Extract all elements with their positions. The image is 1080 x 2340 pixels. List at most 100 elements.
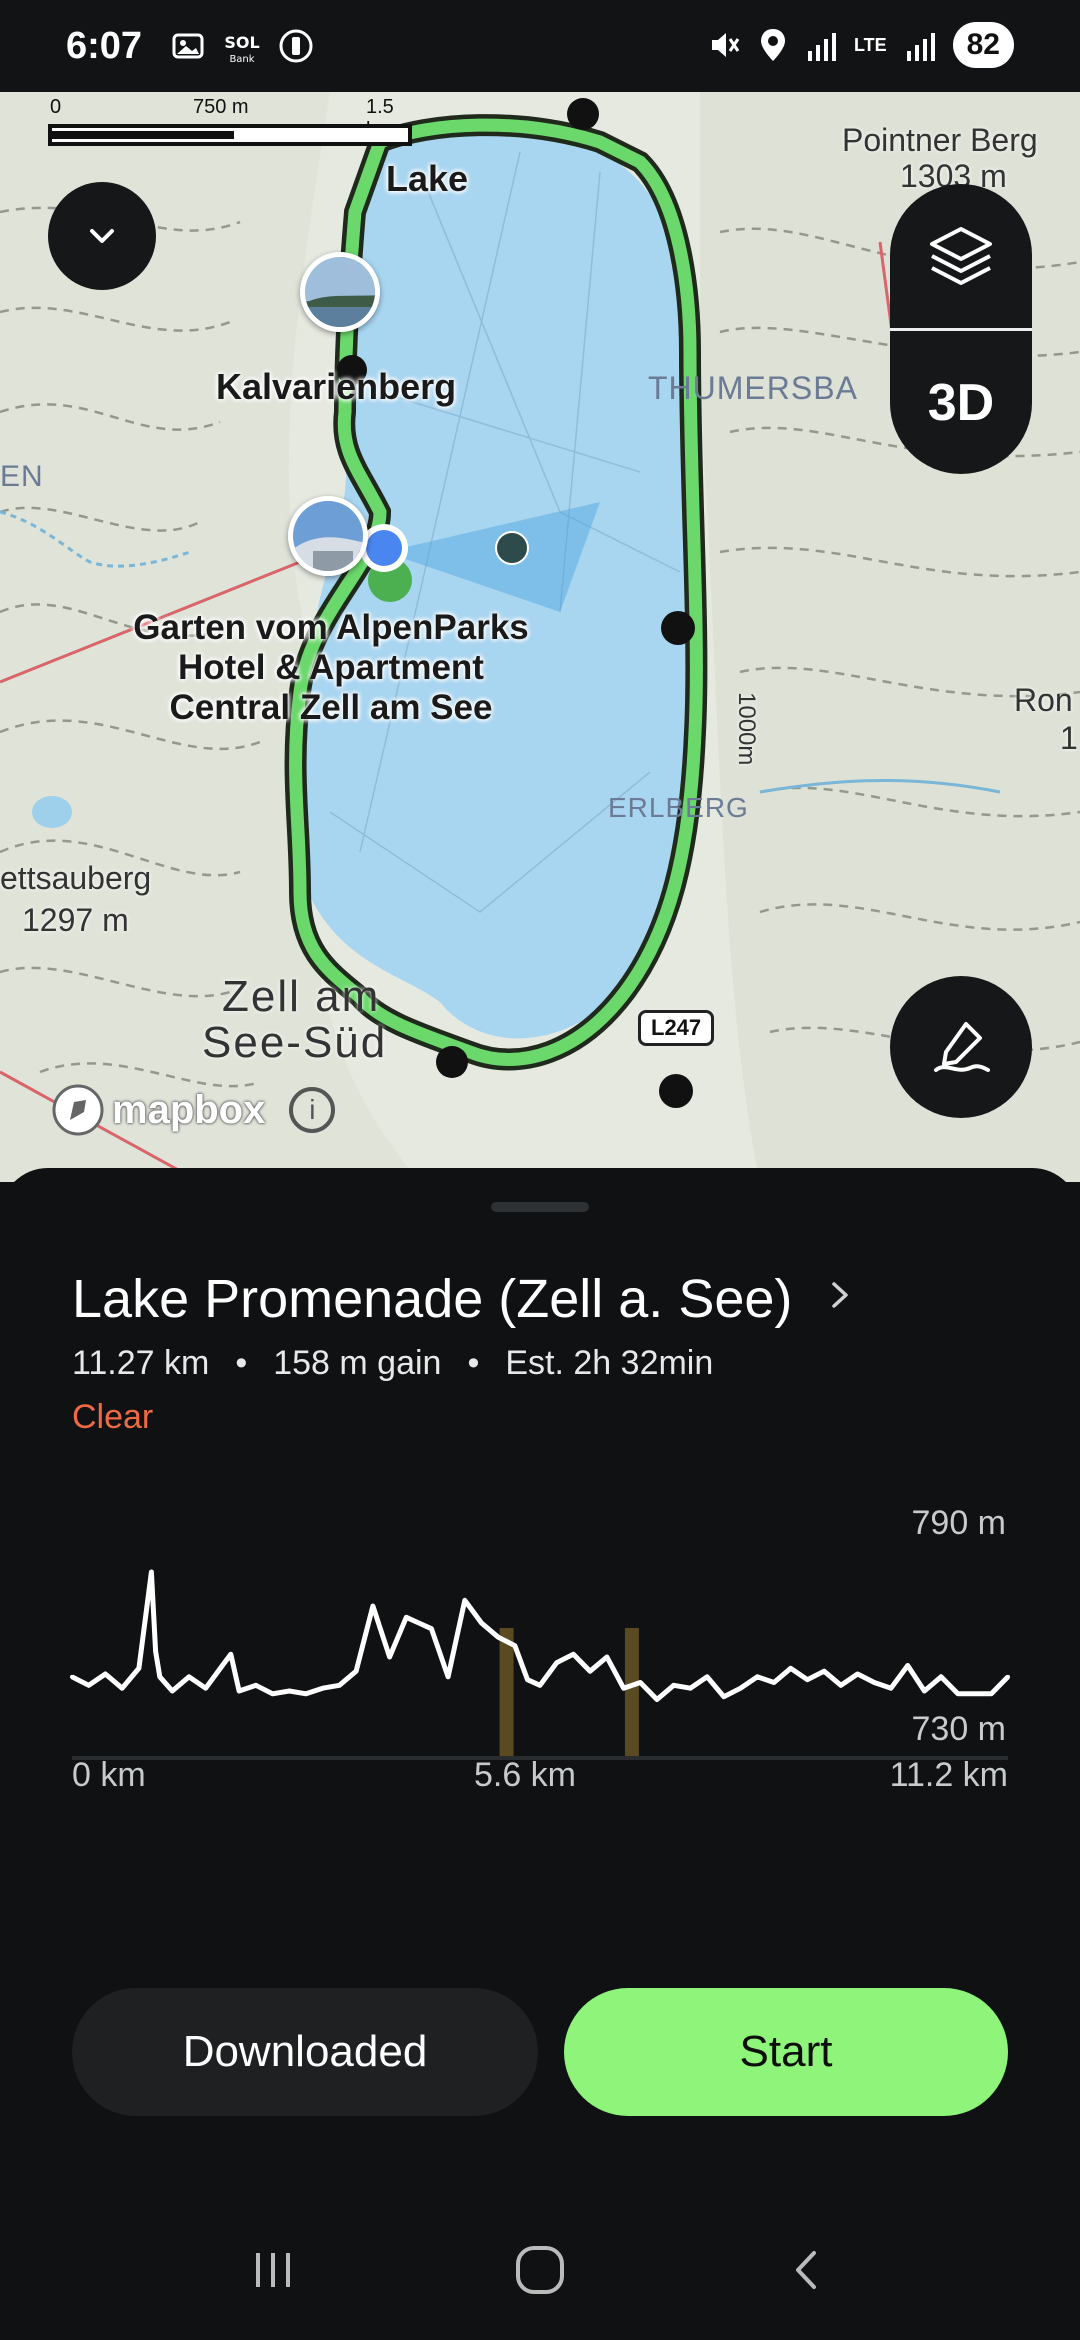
location-icon bbox=[760, 29, 785, 61]
chevron-right-icon bbox=[828, 1277, 852, 1322]
map-label-zell-line1: Zell am bbox=[222, 972, 381, 1021]
signal-icon bbox=[807, 33, 836, 61]
elevation-point bbox=[287, 1689, 292, 1693]
elevation-point bbox=[157, 1674, 162, 1679]
elevation-point bbox=[120, 1686, 125, 1691]
route-title-row[interactable]: Lake Promenade (Zell a. See) bbox=[72, 1268, 852, 1330]
stat-separator: • bbox=[467, 1344, 480, 1382]
route-estimate: Est. 2h 32min bbox=[505, 1344, 714, 1382]
elevation-point bbox=[922, 1689, 927, 1693]
elevation-point bbox=[370, 1604, 375, 1608]
mapbox-attribution: mapbox i bbox=[50, 1082, 336, 1138]
elevation-point bbox=[237, 1689, 242, 1693]
hotel-label-line1: Garten vom AlpenParks bbox=[133, 608, 529, 647]
elevation-point bbox=[655, 1697, 659, 1702]
elevation-chart[interactable]: 790 m 730 m 0 km 5.6 km 11.2 km bbox=[0, 1498, 1080, 1788]
elevation-point bbox=[822, 1669, 827, 1674]
map-label-thumersbach: THUMERSBA bbox=[648, 370, 858, 406]
elevation-point bbox=[479, 1621, 484, 1625]
elevation-series-line bbox=[70, 1569, 1010, 1702]
x-axis-mid-label: 5.6 km bbox=[474, 1756, 576, 1788]
photo-pin-kalvarienberg[interactable] bbox=[300, 252, 380, 332]
collapse-button[interactable] bbox=[48, 182, 156, 290]
recent-apps-button[interactable] bbox=[243, 2240, 303, 2300]
start-button[interactable]: Start bbox=[564, 1988, 1008, 2116]
scale-bar bbox=[48, 124, 412, 146]
map-view[interactable]: 0 750 m 1.5 km Lake Kalvarienberg Garten… bbox=[0, 92, 1080, 1182]
elevation-point bbox=[103, 1672, 108, 1676]
downloaded-button[interactable]: Downloaded bbox=[72, 1988, 538, 2116]
route-stats: 11.27 km • 158 m gain • Est. 2h 32min bbox=[72, 1344, 713, 1383]
y-axis-min-label: 730 m bbox=[912, 1710, 1007, 1748]
elevation-point bbox=[905, 1663, 910, 1668]
elevation-point bbox=[855, 1672, 860, 1676]
elevation-point bbox=[788, 1666, 793, 1671]
elevation-point bbox=[688, 1686, 693, 1691]
elevation-point bbox=[446, 1674, 451, 1679]
map-label-erlberg: ERLBERG bbox=[608, 792, 749, 823]
layers-button[interactable] bbox=[890, 184, 1032, 328]
elevation-point bbox=[354, 1669, 359, 1674]
map-label-ron-elev: 1 bbox=[1060, 720, 1078, 756]
map-label-contour: 1000m bbox=[733, 692, 760, 766]
elevation-point bbox=[721, 1694, 726, 1699]
map-scale: 0 750 m 1.5 km bbox=[48, 92, 418, 146]
mute-icon bbox=[711, 33, 740, 57]
map-label-pointner: Pointner Berg bbox=[842, 122, 1038, 158]
x-axis-end-label: 11.2 km bbox=[890, 1756, 1008, 1788]
mapbox-wordmark: mapbox bbox=[112, 1087, 266, 1132]
route-title: Lake Promenade (Zell a. See) bbox=[72, 1269, 793, 1329]
elevation-point bbox=[588, 1669, 593, 1674]
elevation-point bbox=[604, 1655, 609, 1659]
battery-level: 82 bbox=[952, 22, 1014, 68]
scale-mid: 750 m bbox=[193, 96, 249, 118]
elevation-point bbox=[671, 1683, 676, 1688]
elevation-point bbox=[972, 1691, 977, 1696]
sync-notification-icon bbox=[279, 29, 313, 63]
elevation-point bbox=[149, 1570, 154, 1574]
weather-status: Clear bbox=[72, 1398, 154, 1436]
network-type: LTE bbox=[853, 35, 887, 55]
svg-text:Bank: Bank bbox=[230, 54, 255, 65]
x-axis-start-label: 0 km bbox=[72, 1756, 146, 1788]
elevation-point bbox=[554, 1660, 559, 1665]
elevation-marker-bar bbox=[499, 1628, 514, 1758]
sheet-drag-handle[interactable] bbox=[491, 1202, 589, 1212]
map-label-ron: Ron bbox=[1014, 682, 1073, 718]
map-controls: 3D bbox=[890, 184, 1032, 474]
draw-route-icon bbox=[934, 1022, 990, 1072]
chevron-down-icon bbox=[90, 229, 114, 243]
draw-route-button[interactable] bbox=[890, 976, 1032, 1118]
elevation-point bbox=[187, 1674, 191, 1679]
info-icon[interactable]: i bbox=[289, 1087, 336, 1133]
elevation-point bbox=[755, 1674, 760, 1679]
3d-button[interactable]: 3D bbox=[890, 331, 1032, 474]
elevation-point bbox=[772, 1680, 776, 1685]
elevation-point bbox=[838, 1683, 843, 1688]
back-button[interactable] bbox=[777, 2240, 837, 2300]
home-button[interactable] bbox=[510, 2240, 570, 2300]
map-label-zell-line2: See-Süd bbox=[202, 1018, 388, 1067]
route-distance: 11.27 km bbox=[72, 1344, 210, 1382]
elevation-point bbox=[70, 1674, 74, 1679]
elevation-point bbox=[571, 1652, 576, 1657]
elevation-point bbox=[738, 1686, 743, 1691]
status-bar: 6:07 SOL Bank LTE 82 bbox=[0, 0, 1080, 92]
map-label-en: EN bbox=[0, 460, 44, 493]
elevation-marker-bar bbox=[624, 1628, 639, 1758]
home-icon bbox=[515, 2246, 564, 2294]
elevation-point bbox=[955, 1691, 960, 1696]
elevation-point bbox=[538, 1683, 542, 1688]
bank-notification-icon: SOL Bank bbox=[224, 33, 259, 65]
elevation-point bbox=[429, 1626, 434, 1631]
elevation-point bbox=[939, 1674, 944, 1679]
system-nav-bar bbox=[0, 2200, 1080, 2340]
elevation-point bbox=[228, 1652, 233, 1657]
elevation-point bbox=[989, 1691, 994, 1696]
photo-pin-hotel[interactable] bbox=[288, 496, 368, 576]
elevation-point bbox=[320, 1686, 325, 1691]
elevation-point bbox=[337, 1683, 342, 1688]
gallery-notification-icon bbox=[172, 33, 204, 59]
elevation-point bbox=[203, 1686, 208, 1691]
elevation-point bbox=[1006, 1674, 1010, 1679]
